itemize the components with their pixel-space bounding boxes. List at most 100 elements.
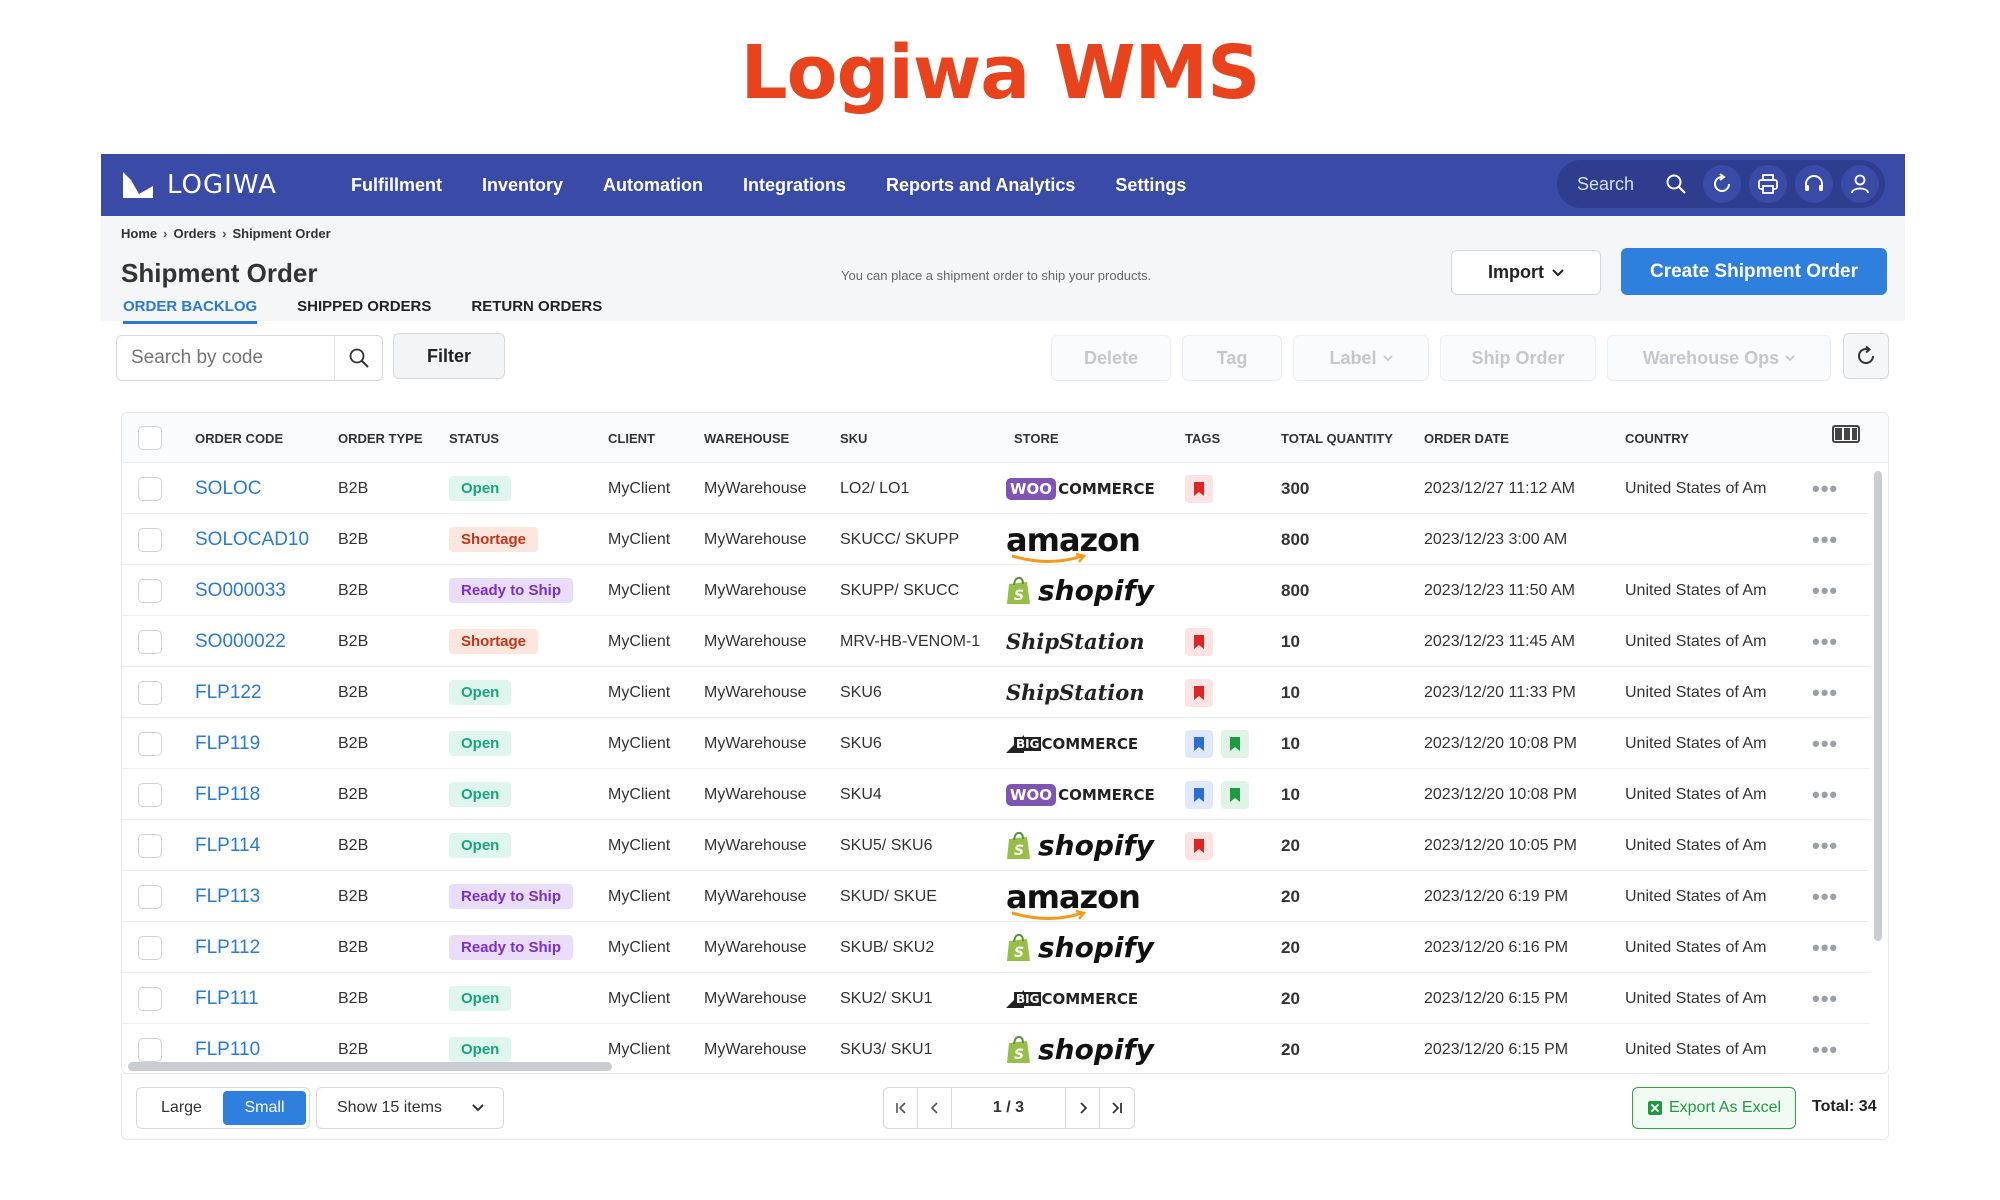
search-input[interactable]	[131, 347, 331, 369]
row-checkbox[interactable]	[138, 1037, 162, 1062]
breadcrumb-orders[interactable]: Orders	[173, 226, 216, 241]
order-code-link[interactable]: FLP111	[195, 973, 259, 1024]
select-all-checkbox[interactable]	[138, 426, 162, 450]
table-row[interactable]: FLP111 B2B Open MyClient MyWarehouse SKU2/ SK…	[122, 973, 1870, 1024]
tag-green-icon[interactable]	[1221, 729, 1249, 758]
nav-item-inventory[interactable]: Inventory	[482, 175, 563, 196]
tag-red-icon[interactable]	[1185, 474, 1213, 503]
nav-item-automation[interactable]: Automation	[603, 175, 703, 196]
order-code-link[interactable]: SO000033	[195, 565, 286, 616]
col-total-quantity[interactable]: TOTAL QUANTITY	[1281, 431, 1393, 446]
page-indicator[interactable]: 1 / 3	[952, 1088, 1066, 1128]
col-order-date[interactable]: ORDER DATE	[1424, 431, 1509, 446]
row-checkbox[interactable]	[138, 476, 162, 501]
col-order-type[interactable]: ORDER TYPE	[338, 431, 423, 446]
order-code-link[interactable]: SOLOCAD10	[195, 514, 309, 565]
col-sku[interactable]: SKU	[840, 431, 867, 446]
table-row[interactable]: SOLOC B2B Open MyClient MyWarehouse LO2/ LO1 W…	[122, 463, 1870, 514]
row-checkbox[interactable]	[138, 782, 162, 807]
order-code-link[interactable]: FLP122	[195, 667, 262, 718]
col-warehouse[interactable]: WAREHOUSE	[704, 431, 789, 446]
tag-button[interactable]: Tag	[1182, 335, 1282, 381]
table-row[interactable]: FLP122 B2B Open MyClient MyWarehouse SKU6 Ship…	[122, 667, 1870, 718]
table-row[interactable]: SO000022 B2B Shortage MyClient MyWarehouse MR…	[122, 616, 1870, 667]
row-checkbox[interactable]	[138, 884, 162, 909]
col-client[interactable]: CLIENT	[608, 431, 655, 446]
more-actions-icon[interactable]: •••	[1812, 667, 1838, 718]
tag-red-icon[interactable]	[1185, 831, 1213, 860]
refresh-button[interactable]	[1843, 333, 1889, 379]
tag-green-icon[interactable]	[1221, 780, 1249, 809]
row-checkbox[interactable]	[138, 629, 162, 654]
order-code-link[interactable]: FLP112	[195, 922, 260, 973]
filter-button[interactable]: Filter	[393, 333, 505, 379]
more-actions-icon[interactable]: •••	[1812, 718, 1838, 769]
user-icon[interactable]	[1841, 165, 1879, 203]
prev-page-icon[interactable]	[918, 1088, 952, 1128]
more-actions-icon[interactable]: •••	[1812, 514, 1838, 565]
size-small-option[interactable]: Small	[223, 1091, 306, 1125]
global-search-input[interactable]: Search	[1577, 174, 1655, 195]
more-actions-icon[interactable]: •••	[1812, 616, 1838, 667]
more-actions-icon[interactable]: •••	[1812, 463, 1838, 514]
row-checkbox[interactable]	[138, 578, 162, 603]
columns-icon[interactable]	[1832, 425, 1860, 443]
more-actions-icon[interactable]: •••	[1812, 769, 1838, 820]
logo[interactable]: LOGIWA	[121, 170, 326, 200]
headset-icon[interactable]	[1795, 165, 1833, 203]
breadcrumb-home[interactable]: Home	[121, 226, 157, 241]
col-country[interactable]: COUNTRY	[1625, 431, 1689, 446]
table-row[interactable]: FLP118 B2B Open MyClient MyWarehouse SKU4 WOO C…	[122, 769, 1870, 820]
table-row[interactable]: FLP112 B2B Ready to Ship MyClient MyWarehous…	[122, 922, 1870, 973]
row-checkbox[interactable]	[138, 986, 162, 1011]
row-checkbox[interactable]	[138, 833, 162, 858]
more-actions-icon[interactable]: •••	[1812, 1024, 1838, 1073]
order-code-link[interactable]: FLP119	[195, 718, 260, 769]
nav-item-settings[interactable]: Settings	[1115, 175, 1186, 196]
table-row[interactable]: FLP113 B2B Ready to Ship MyClient MyWarehous…	[122, 871, 1870, 922]
printer-icon[interactable]	[1749, 165, 1787, 203]
order-code-link[interactable]: FLP118	[195, 769, 260, 820]
col-status[interactable]: STATUS	[449, 431, 499, 446]
tag-blue-icon[interactable]	[1185, 729, 1213, 758]
create-shipment-order-button[interactable]: Create Shipment Order	[1621, 248, 1887, 295]
table-row[interactable]: SOLOCAD10 B2B Shortage MyClient MyWarehouse S…	[122, 514, 1870, 565]
warehouse-ops-button[interactable]: Warehouse Ops	[1607, 335, 1831, 381]
first-page-icon[interactable]	[884, 1088, 918, 1128]
sync-icon[interactable]	[1703, 165, 1741, 203]
table-row[interactable]: SO000033 B2B Ready to Ship MyClient MyWareho…	[122, 565, 1870, 616]
last-page-icon[interactable]	[1100, 1088, 1134, 1128]
vertical-scrollbar[interactable]	[1874, 471, 1882, 941]
table-row[interactable]: FLP114 B2B Open MyClient MyWarehouse SKU5/ SK…	[122, 820, 1870, 871]
more-actions-icon[interactable]: •••	[1812, 871, 1838, 922]
tag-red-icon[interactable]	[1185, 678, 1213, 707]
nav-item-integrations[interactable]: Integrations	[743, 175, 846, 196]
row-checkbox[interactable]	[138, 731, 162, 756]
export-excel-button[interactable]: Export As Excel	[1632, 1087, 1796, 1129]
more-actions-icon[interactable]: •••	[1812, 820, 1838, 871]
order-code-link[interactable]: SOLOC	[195, 463, 262, 514]
col-store[interactable]: STORE	[1014, 431, 1059, 446]
search-icon[interactable]	[1657, 165, 1695, 203]
row-checkbox[interactable]	[138, 680, 162, 705]
order-code-link[interactable]: SO000022	[195, 616, 286, 667]
search-icon[interactable]	[334, 336, 382, 380]
size-large-option[interactable]: Large	[140, 1091, 223, 1125]
row-checkbox[interactable]	[138, 935, 162, 960]
table-row[interactable]: FLP119 B2B Open MyClient MyWarehouse SKU6 BIG C…	[122, 718, 1870, 769]
more-actions-icon[interactable]: •••	[1812, 922, 1838, 973]
page-size-select[interactable]: Show 15 items	[316, 1087, 504, 1129]
col-order-code[interactable]: ORDER CODE	[195, 431, 283, 446]
row-checkbox[interactable]	[138, 527, 162, 552]
label-button[interactable]: Label	[1293, 335, 1429, 381]
nav-item-reports[interactable]: Reports and Analytics	[886, 175, 1075, 196]
order-code-link[interactable]: FLP114	[195, 820, 260, 871]
next-page-icon[interactable]	[1066, 1088, 1100, 1128]
ship-order-button[interactable]: Ship Order	[1440, 335, 1596, 381]
order-code-link[interactable]: FLP113	[195, 871, 260, 922]
horizontal-scrollbar[interactable]	[128, 1062, 612, 1071]
tag-blue-icon[interactable]	[1185, 780, 1213, 809]
tag-red-icon[interactable]	[1185, 627, 1213, 656]
more-actions-icon[interactable]: •••	[1812, 973, 1838, 1024]
delete-button[interactable]: Delete	[1051, 335, 1171, 381]
